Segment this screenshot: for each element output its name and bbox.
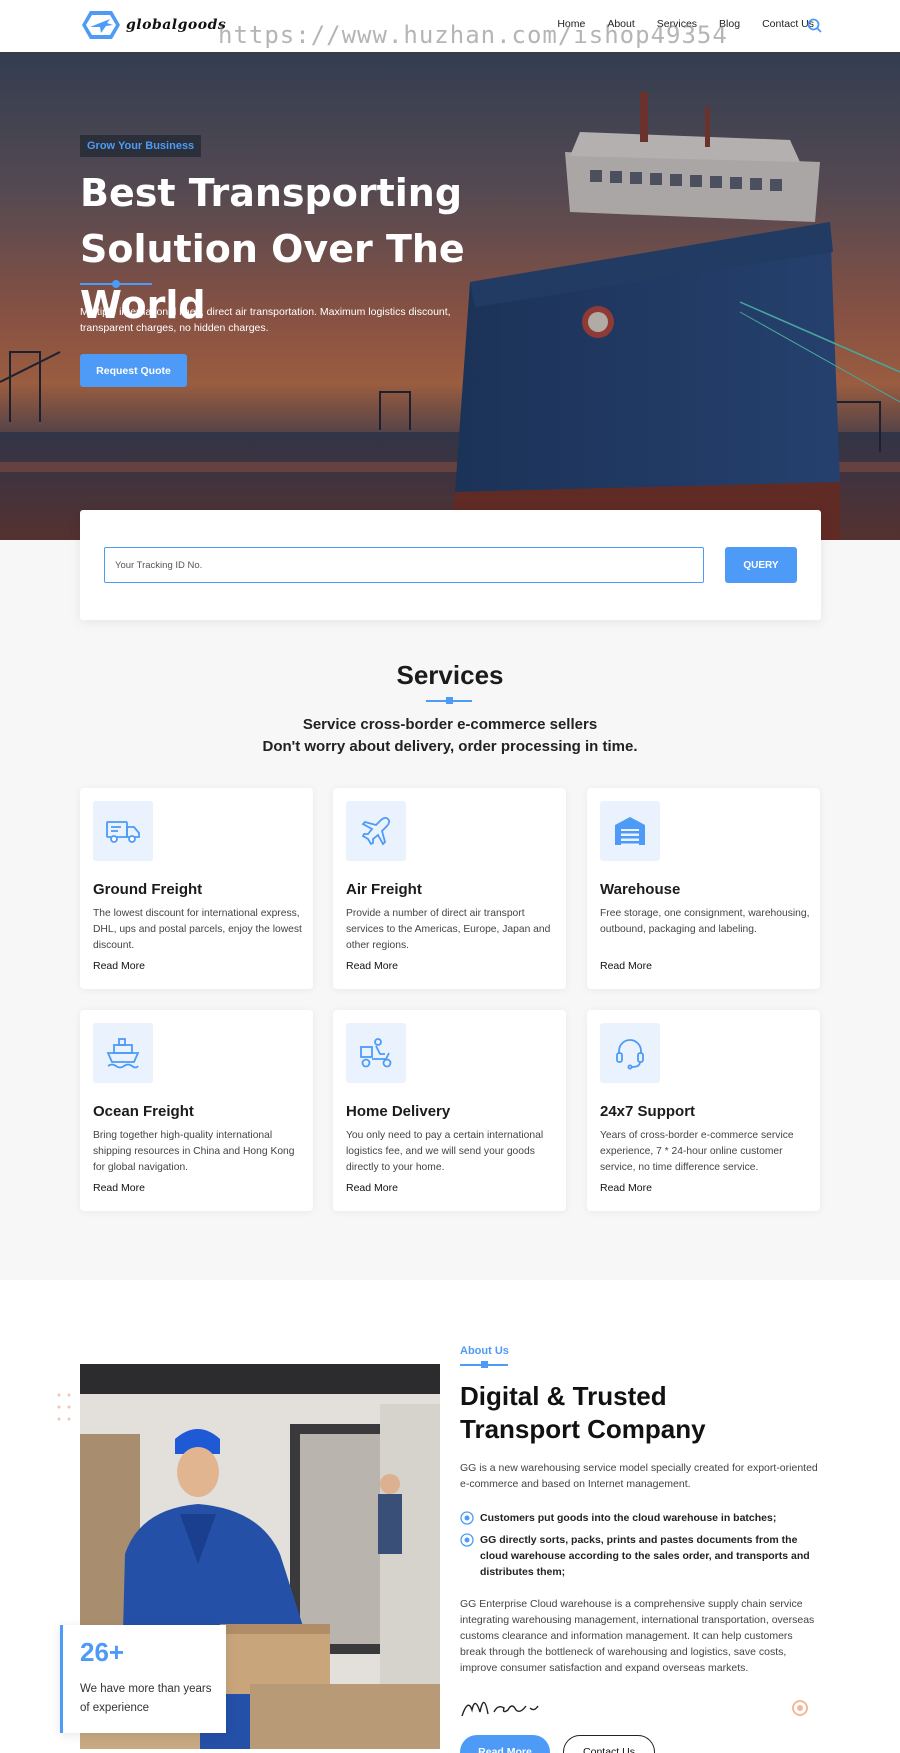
page: globalgoods Home About Services Blog Con… (0, 0, 900, 1753)
card-title: Ocean Freight (93, 1103, 194, 1120)
service-card-air-freight[interactable]: Air Freight Provide a number of direct a… (333, 788, 566, 989)
hero-title-line1: Best Transporting (80, 171, 463, 215)
card-read-more-link[interactable]: Read More (346, 1182, 398, 1194)
service-card-ocean-freight[interactable]: Ocean Freight Bring together high-qualit… (80, 1010, 313, 1211)
card-description: You only need to pay a certain internati… (346, 1130, 544, 1173)
headset-icon (600, 1023, 660, 1083)
scooter-icon (346, 1023, 406, 1083)
card-title: 24x7 Support (600, 1103, 696, 1120)
about-read-more-button[interactable]: Read More (460, 1735, 550, 1753)
truck-icon (93, 801, 153, 861)
hero-description: Multiple international lines, direct air… (80, 306, 451, 334)
card-description: The lowest discount for international ex… (93, 908, 302, 951)
request-quote-button[interactable]: Request Quote (80, 354, 187, 387)
nav-services[interactable]: Services (657, 18, 697, 30)
card-title: Ground Freight (93, 881, 203, 898)
logo[interactable]: globalgoods (80, 9, 226, 41)
logo-plane-icon (82, 11, 120, 39)
services-subtitle: Service cross-border e-commerce sellers … (0, 714, 900, 758)
ship-icon (93, 1023, 153, 1083)
nav-home[interactable]: Home (557, 18, 585, 30)
hero-tag: Grow Your Business (80, 135, 202, 157)
services-subtitle-line1: Service cross-border e-commerce sellers (302, 716, 598, 733)
hero-divider-dot (112, 280, 120, 288)
service-card-ground-freight[interactable]: Ground Freight The lowest discount for i… (80, 788, 313, 989)
card-read-more-link[interactable]: Read More (600, 960, 652, 972)
services-title: Services (396, 660, 504, 690)
experience-card: 26+ We have more than years of experienc… (60, 1625, 226, 1733)
about-check-item: GG directly sorts, packs, prints and pas… (460, 1532, 820, 1580)
about-title: Digital & Trusted Transport Company (460, 1381, 706, 1444)
card-read-more-link[interactable]: Read More (346, 960, 398, 972)
check-circle-icon (460, 1533, 474, 1547)
logo-text: globalgoods (126, 17, 227, 33)
service-card-home-delivery[interactable]: Home Delivery You only need to pay a cer… (333, 1010, 566, 1211)
experience-text: We have more than years of experience (80, 1683, 212, 1714)
card-read-more-link[interactable]: Read More (600, 1182, 652, 1194)
about-tag: About Us (460, 1345, 509, 1357)
tracking-id-input[interactable]: Your Tracking ID No. (104, 547, 704, 583)
card-description: Free storage, one consignment, warehousi… (600, 908, 810, 935)
about-body: GG Enterprise Cloud warehouse is a compr… (460, 1598, 815, 1674)
card-title: Warehouse (600, 881, 681, 898)
about-intro: GG is a new warehousing service model sp… (460, 1462, 818, 1490)
about-check-item: Customers put goods into the cloud wareh… (460, 1510, 820, 1526)
nav-blog[interactable]: Blog (719, 18, 740, 30)
service-card-support[interactable]: 24x7 Support Years of cross-border e-com… (587, 1010, 820, 1211)
service-card-warehouse[interactable]: Warehouse Free storage, one consignment,… (587, 788, 820, 989)
experience-number: 26+ (80, 1637, 125, 1667)
decorative-ring (792, 1700, 808, 1716)
card-read-more-link[interactable]: Read More (93, 960, 145, 972)
query-button[interactable]: QUERY (725, 547, 797, 583)
about-contact-button[interactable]: Contact Us (563, 1735, 655, 1753)
warehouse-icon (600, 801, 660, 861)
card-description: Years of cross-border e-commerce service… (600, 1130, 794, 1173)
card-title: Home Delivery (346, 1103, 451, 1120)
services-divider-dot (446, 697, 453, 704)
main-nav: Home About Services Blog Contact Us (535, 18, 814, 30)
site-header: globalgoods Home About Services Blog Con… (0, 0, 900, 52)
decorative-dots (57, 1393, 71, 1421)
services-subtitle-line2: Don't worry about delivery, order proces… (262, 738, 638, 755)
card-description: Provide a number of direct air transport… (346, 908, 551, 951)
plane-icon (346, 801, 406, 861)
ceo-signature (461, 1701, 539, 1717)
check-text: Customers put goods into the cloud wareh… (480, 1512, 777, 1524)
card-description: Bring together high-quality internationa… (93, 1130, 295, 1173)
check-text: GG directly sorts, packs, prints and pas… (480, 1534, 810, 1578)
tracking-panel: Your Tracking ID No. QUERY (80, 510, 821, 620)
nav-about[interactable]: About (607, 18, 634, 30)
check-circle-icon (460, 1511, 474, 1525)
search-icon[interactable] (806, 17, 824, 35)
about-divider-dot (481, 1361, 488, 1368)
card-read-more-link[interactable]: Read More (93, 1182, 145, 1194)
card-title: Air Freight (346, 881, 422, 898)
